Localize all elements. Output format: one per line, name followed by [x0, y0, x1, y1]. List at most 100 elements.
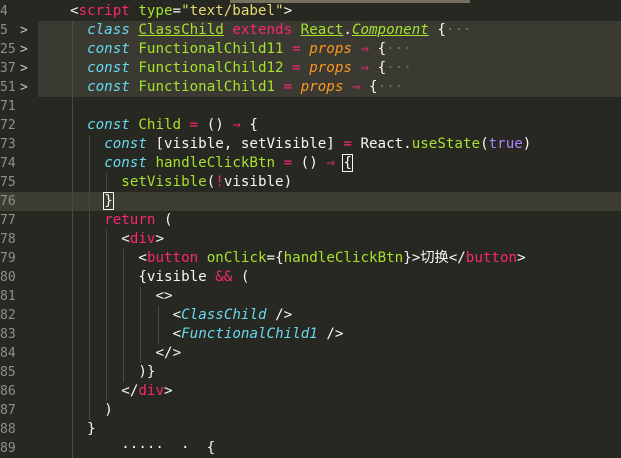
- code-line[interactable]: 74 const handleClickBtn = () ⇒ {: [0, 154, 621, 173]
- code-line[interactable]: 76}: [0, 192, 621, 211]
- indent-guide: [106, 268, 108, 287]
- indent-guide: [157, 325, 159, 344]
- code-token: <: [121, 231, 130, 247]
- code-text[interactable]: {visible && (: [38, 268, 621, 287]
- code-line[interactable]: 75 setVisible(!visible): [0, 173, 621, 192]
- indent-guide: [89, 211, 91, 230]
- code-text[interactable]: const [visible, setVisible] = React.useS…: [38, 135, 621, 154]
- code-text[interactable]: <ClassChild />: [38, 306, 621, 325]
- indent-guide: [89, 135, 91, 154]
- code-token: "text/babel": [181, 3, 284, 19]
- code-token: </>: [155, 345, 182, 361]
- code-token: =: [283, 79, 293, 95]
- indent-guide: [72, 287, 73, 306]
- code-token: const: [87, 41, 130, 57]
- indent-guide: [72, 211, 73, 230]
- fold-chevron-icon[interactable]: >: [20, 21, 28, 40]
- indent-guide: [89, 230, 91, 249]
- indent-guide: [72, 154, 73, 173]
- code-text[interactable]: }: [38, 420, 621, 439]
- code-line[interactable]: 51 > const FunctionalChild1 = props ⇒ {···: [0, 78, 621, 97]
- code-line[interactable]: 82 <ClassChild />: [0, 306, 621, 325]
- indent-guide: [89, 154, 91, 173]
- fold-chevron-icon[interactable]: >: [20, 78, 28, 97]
- code-token: (): [292, 155, 327, 171]
- code-editor[interactable]: 4 <script type="text/babel"> 5 > class Class…: [0, 0, 621, 458]
- code-line[interactable]: 86 </div>: [0, 382, 621, 401]
- line-number: 25: [0, 42, 16, 57]
- code-token: (: [480, 136, 489, 152]
- indent-guide: [140, 325, 142, 344]
- code-line[interactable]: 78 <div>: [0, 230, 621, 249]
- code-text[interactable]: )}: [38, 363, 621, 382]
- code-line[interactable]: 5 > class ClassChild extends React.Compone…: [0, 21, 621, 40]
- code-token: =: [343, 136, 352, 152]
- code-text[interactable]: class ClassChild extends React.Component…: [38, 21, 621, 40]
- fold-chevron-icon[interactable]: >: [20, 40, 28, 59]
- code-text[interactable]: const Child = () ⇒ {: [38, 116, 621, 135]
- code-line[interactable]: 79 <button onClick={handleClickBtn}>切换</b…: [0, 249, 621, 268]
- code-text[interactable]: const handleClickBtn = () ⇒ {: [38, 154, 621, 173]
- code-line[interactable]: 4 <script type="text/babel">: [0, 2, 621, 21]
- line-number: 84: [0, 346, 16, 361]
- code-text[interactable]: const FunctionalChild11 = props ⇒ {···: [38, 40, 621, 59]
- code-text[interactable]: [38, 97, 621, 116]
- code-line[interactable]: 89 ····· · {: [0, 439, 621, 458]
- line-number: 75: [0, 175, 16, 190]
- code-token: class: [87, 22, 130, 38]
- line-number: 73: [0, 137, 16, 152]
- code-line[interactable]: 83 <FunctionalChild1 />: [0, 325, 621, 344]
- indent-guide: [123, 325, 125, 344]
- code-text[interactable]: setVisible(!visible): [38, 173, 621, 192]
- code-line[interactable]: 73 const [visible, setVisible] = React.us…: [0, 135, 621, 154]
- code-text[interactable]: ····· · {: [38, 439, 621, 458]
- code-line[interactable]: 87): [0, 401, 621, 420]
- code-text[interactable]: return (: [38, 211, 621, 230]
- indent-guide: [72, 439, 73, 458]
- code-line[interactable]: 37 > const FunctionalChild12 = props ⇒ {··…: [0, 59, 621, 78]
- code-text[interactable]: }: [38, 192, 621, 211]
- code-token: >: [517, 250, 526, 266]
- code-token: FunctionalChild11: [138, 41, 284, 57]
- code-line[interactable]: 71: [0, 97, 621, 116]
- code-line[interactable]: 84 </>: [0, 344, 621, 363]
- code-text[interactable]: </div>: [38, 382, 621, 401]
- code-text[interactable]: <button onClick={handleClickBtn}>切换</but…: [38, 249, 621, 268]
- code-line[interactable]: 81 <>: [0, 287, 621, 306]
- code-line[interactable]: 25 > const FunctionalChild11 = props ⇒ {··…: [0, 40, 621, 59]
- code-line[interactable]: 72 const Child = () ⇒ {: [0, 116, 621, 135]
- code-token: (: [155, 212, 173, 228]
- code-text[interactable]: <FunctionalChild1 />: [38, 325, 621, 344]
- code-text[interactable]: <div>: [38, 230, 621, 249]
- code-text[interactable]: </>: [38, 344, 621, 363]
- indent-guide: [72, 325, 73, 344]
- code-line[interactable]: 85)}: [0, 363, 621, 382]
- code-token: (: [206, 174, 216, 190]
- indent-guide: [89, 173, 91, 192]
- indent-guide: [72, 135, 73, 154]
- code-token: handleClickBtn: [283, 250, 404, 266]
- code-token: =: [266, 250, 276, 266]
- code-token: <>: [155, 288, 173, 304]
- code-token: =: [172, 3, 182, 19]
- code-token: <: [172, 326, 182, 342]
- code-line[interactable]: 80 {visible && (: [0, 268, 621, 287]
- indent-guide: [140, 344, 142, 363]
- code-text[interactable]: <>: [38, 287, 621, 306]
- indent-guide: [72, 59, 73, 78]
- code-token: =: [189, 117, 199, 133]
- code-text[interactable]: <script type="text/babel">: [38, 2, 621, 21]
- indent-guide: [72, 382, 73, 401]
- code-text[interactable]: const FunctionalChild1 = props ⇒ {···: [38, 78, 621, 97]
- line-number: 79: [0, 251, 16, 266]
- code-text[interactable]: const FunctionalChild12 = props ⇒ {···: [38, 59, 621, 78]
- indent-guide: [72, 363, 73, 382]
- code-line[interactable]: 77 return (: [0, 211, 621, 230]
- fold-chevron-icon[interactable]: >: [20, 59, 28, 78]
- code-text[interactable]: ): [38, 401, 621, 420]
- code-line[interactable]: 88}: [0, 420, 621, 439]
- code-token: extends: [232, 22, 293, 38]
